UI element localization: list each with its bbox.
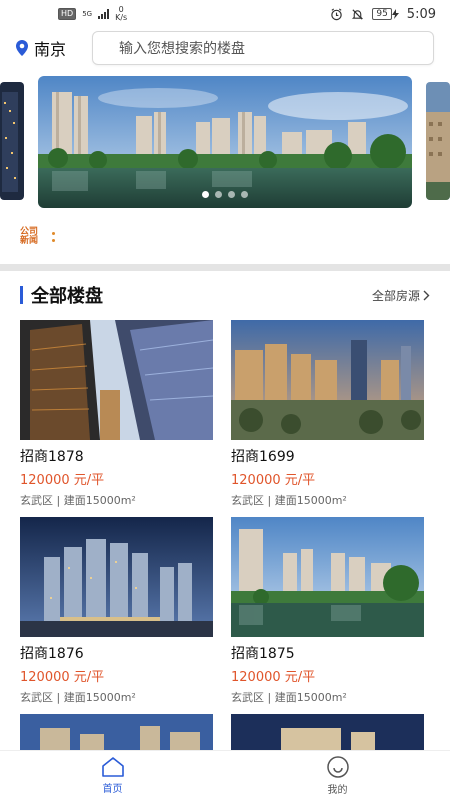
search-placeholder: 输入您想搜索的楼盘	[119, 41, 245, 57]
listing-name: 招商1875	[231, 646, 295, 662]
city-selector[interactable]: 南京	[16, 36, 92, 60]
status-right: 95 5:09	[330, 7, 436, 22]
net-speed-unit: K/s	[115, 13, 128, 22]
signal-icon	[98, 9, 110, 19]
listing-card[interactable]: 招商1699 120000 元/平 玄武区 | 建面15000m²	[231, 320, 424, 508]
banner-slide[interactable]	[38, 76, 412, 208]
network-type: 5G	[82, 9, 93, 18]
banner-carousel[interactable]	[0, 76, 450, 208]
status-left: HD 5G 0 K/s	[58, 6, 127, 22]
section-title: 全部楼盘	[31, 286, 103, 307]
listing-card[interactable]: 招商1878 120000 元/平 玄武区 | 建面15000m²	[20, 320, 213, 508]
listing-image	[20, 517, 213, 637]
listing-image	[231, 517, 424, 637]
alarm-icon	[331, 7, 343, 20]
location-pin-icon	[16, 40, 28, 56]
listing-meta: 玄武区 | 建面15000m²	[20, 691, 136, 704]
net-speed: 0 K/s	[115, 6, 127, 22]
news-logo-line-2: 新闻	[20, 236, 39, 246]
section-divider	[0, 264, 450, 271]
listing-card[interactable]: 招商1875 120000 元/平 玄武区 | 建面15000m²	[231, 517, 424, 705]
listing-card-partial[interactable]	[231, 714, 424, 750]
all-listings-link[interactable]: 全部房源	[372, 287, 430, 304]
section-header: 全部楼盘 全部房源	[20, 282, 430, 308]
listing-image	[20, 714, 213, 750]
hd-badge: HD	[58, 8, 77, 20]
carousel-dot[interactable]	[215, 191, 222, 198]
nav-mine-label: 我的	[327, 785, 348, 796]
header: 南京 输入您想搜索的楼盘	[0, 28, 450, 68]
battery-level: 95	[372, 8, 392, 20]
carousel-dot[interactable]	[202, 191, 209, 198]
listing-name: 招商1878	[20, 449, 84, 465]
charging-icon	[391, 9, 399, 19]
listing-meta: 玄武区 | 建面15000m²	[231, 494, 347, 507]
listing-price: 120000 元/平	[231, 670, 316, 685]
carousel-dots	[202, 191, 248, 198]
nav-mine[interactable]: 我的	[225, 751, 450, 800]
listing-name: 招商1876	[20, 646, 84, 662]
carousel-dot[interactable]	[241, 191, 248, 198]
listing-price: 120000 元/平	[20, 670, 105, 685]
smile-icon	[326, 756, 349, 778]
company-news[interactable]: 公司 新闻	[20, 228, 55, 246]
listing-meta: 玄武区 | 建面15000m²	[231, 691, 347, 704]
all-listings-label: 全部房源	[371, 288, 420, 303]
home-icon	[101, 757, 124, 777]
listing-name: 招商1699	[231, 449, 295, 465]
listing-price: 120000 元/平	[231, 473, 316, 488]
search-input[interactable]: 输入您想搜索的楼盘	[92, 31, 434, 65]
listing-card[interactable]: 招商1876 120000 元/平 玄武区 | 建面15000m²	[20, 517, 213, 705]
listing-image	[20, 320, 213, 440]
status-bar: HD 5G 0 K/s 95 5:09	[0, 0, 450, 28]
listing-price: 120000 元/平	[20, 473, 105, 488]
banner-prev-peek[interactable]	[0, 82, 24, 200]
banner-image	[38, 76, 412, 208]
news-dots-icon	[52, 232, 55, 242]
bottom-nav: 首页 我的	[0, 750, 450, 800]
section-accent-bar	[20, 286, 23, 304]
battery-icon: 95	[372, 8, 399, 20]
listing-image	[231, 320, 424, 440]
banner-next-peek[interactable]	[426, 82, 450, 200]
city-name: 南京	[34, 40, 67, 59]
clock: 5:09	[406, 6, 436, 22]
listing-meta: 玄武区 | 建面15000m²	[20, 494, 136, 507]
carousel-dot[interactable]	[228, 191, 235, 198]
listing-image	[231, 714, 424, 750]
nav-home-label: 首页	[102, 784, 123, 795]
chevron-right-icon	[423, 290, 430, 300]
news-logo: 公司 新闻	[20, 228, 46, 246]
nav-home[interactable]: 首页	[0, 751, 225, 800]
listing-card-partial[interactable]	[20, 714, 213, 750]
mute-bell-icon	[352, 8, 364, 20]
